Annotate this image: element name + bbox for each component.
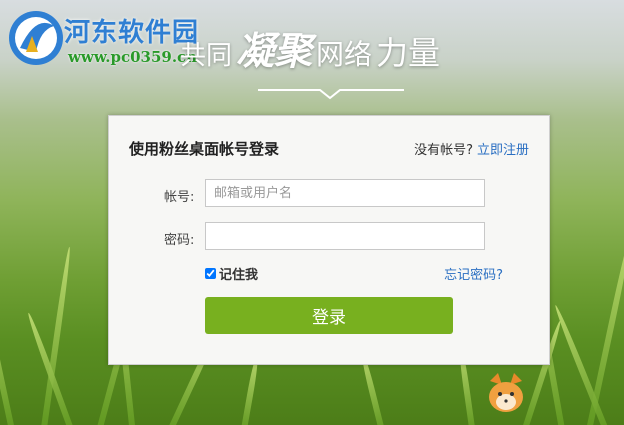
no-account-prompt: 没有帐号? 立即注册 [414, 139, 529, 158]
grass-blade [25, 311, 76, 425]
account-input[interactable] [205, 179, 485, 207]
login-button[interactable]: 登录 [205, 297, 453, 334]
no-account-text: 没有帐号? [414, 143, 473, 158]
grass-blade [0, 287, 16, 425]
remember-checkbox[interactable] [205, 268, 216, 279]
site-name: 河东软件园 [64, 18, 200, 48]
site-logo-icon [9, 11, 63, 65]
account-label: 帐号: [164, 190, 195, 205]
fox-mascot-icon [489, 373, 523, 412]
password-label: 密码: [164, 233, 195, 248]
remember-label: 记住我 [219, 268, 259, 283]
slogan-part-2: 凝聚 [236, 29, 313, 73]
watermark [484, 371, 616, 419]
remember-me[interactable]: 记住我 [205, 264, 258, 283]
slogan-part-4: 力量 [376, 34, 441, 72]
slogan-part-3: 网络 [316, 38, 373, 71]
login-panel: 使用粉丝桌面帐号登录 没有帐号? 立即注册 帐号: 密码: 记住我 忘记密码? 登… [108, 115, 550, 365]
grass-blade [240, 355, 260, 425]
register-link[interactable]: 立即注册 [477, 143, 529, 158]
slogan: 共同 凝聚 网络 力量 [180, 20, 440, 75]
slogan-part-1: 共同 [180, 41, 233, 71]
site-url: www.pc0359.cn [68, 48, 198, 66]
login-title: 使用粉丝桌面帐号登录 [129, 140, 280, 158]
password-input[interactable] [205, 222, 485, 250]
slogan-underline [258, 89, 404, 100]
forgot-password-link[interactable]: 忘记密码? [444, 264, 503, 283]
